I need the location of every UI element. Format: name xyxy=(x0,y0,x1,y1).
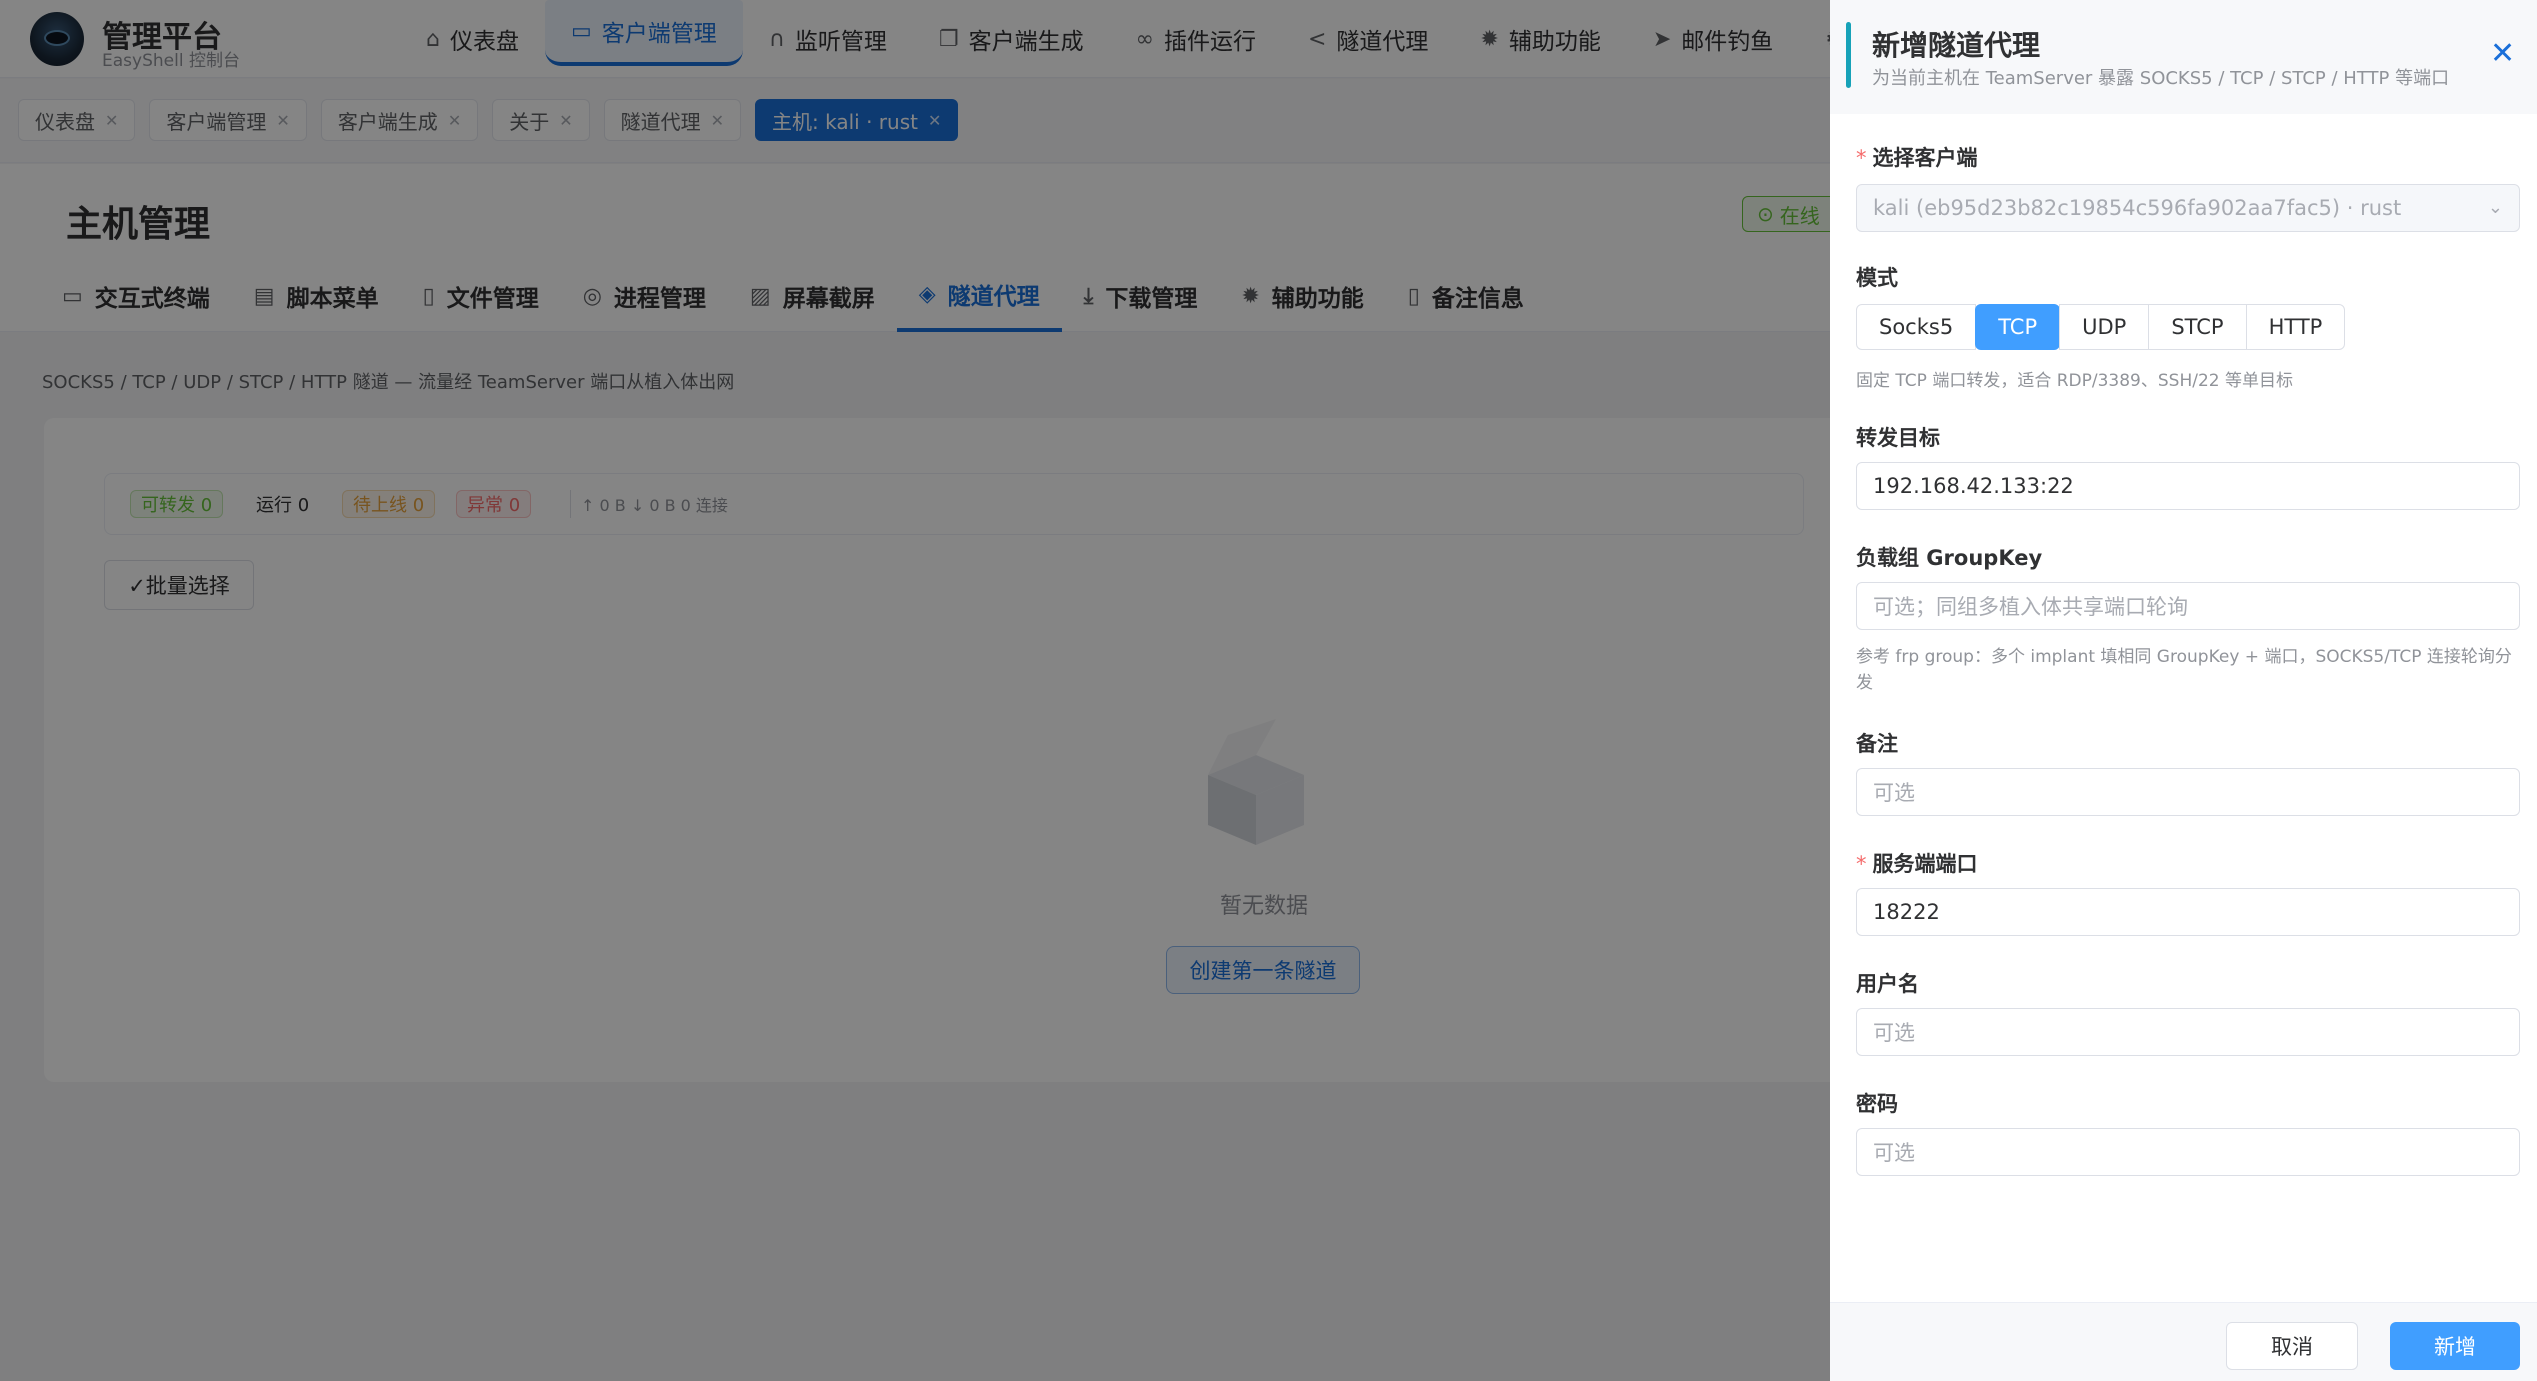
group-label: 负载组 GroupKey xyxy=(1856,546,2043,570)
mode-hint: 固定 TCP 端口转发，适合 RDP/3389、SSH/22 等单目标 xyxy=(1856,371,2293,391)
username-label: 用户名 xyxy=(1856,972,1919,996)
username-input[interactable]: 可选 xyxy=(1856,1008,2520,1056)
label-text: 服务端端口 xyxy=(1872,852,1978,876)
group-input[interactable]: 可选；同组多植入体共享端口轮询 xyxy=(1856,582,2520,630)
port-label: * 服务端端口 xyxy=(1856,848,1978,878)
client-select[interactable]: kali (eb95d23b82c19854c596fa902aa7fac5) … xyxy=(1856,184,2520,232)
drawer-accent-bar xyxy=(1846,22,1851,88)
modal-overlay[interactable] xyxy=(0,0,1830,1381)
group-hint: 参考 frp group：多个 implant 填相同 GroupKey + 端… xyxy=(1856,647,2512,693)
mode-stcp[interactable]: STCP xyxy=(2148,304,2247,350)
port-input[interactable]: 18222 xyxy=(1856,888,2520,936)
password-label: 密码 xyxy=(1856,1092,1898,1116)
target-label: 转发目标 xyxy=(1856,426,1940,450)
label-text: 选择客户端 xyxy=(1872,146,1978,170)
close-icon[interactable]: ✕ xyxy=(2490,36,2515,71)
mode-udp[interactable]: UDP xyxy=(2059,304,2150,350)
remark-input[interactable]: 可选 xyxy=(1856,768,2520,816)
required-mark: * xyxy=(1856,146,1867,170)
submit-button[interactable]: 新增 xyxy=(2390,1322,2520,1370)
mode-segmented: Socks5 TCP UDP STCP HTTP xyxy=(1856,304,2346,350)
mode-socks5[interactable]: Socks5 xyxy=(1856,304,1977,350)
remark-label: 备注 xyxy=(1856,732,1898,756)
chevron-down-icon: ⌄ xyxy=(2487,197,2503,218)
target-input[interactable]: 192.168.42.133:22 xyxy=(1856,462,2520,510)
password-input[interactable]: 可选 xyxy=(1856,1128,2520,1176)
cancel-button[interactable]: 取消 xyxy=(2226,1322,2358,1370)
required-mark: * xyxy=(1856,852,1867,876)
mode-http[interactable]: HTTP xyxy=(2245,304,2346,350)
drawer-title: 新增隧道代理 xyxy=(1872,29,2041,62)
client-select-value: kali (eb95d23b82c19854c596fa902aa7fac5) … xyxy=(1873,196,2402,220)
client-label: * 选择客户端 xyxy=(1856,142,1978,172)
mode-label: 模式 xyxy=(1856,266,1898,290)
mode-tcp[interactable]: TCP xyxy=(1975,304,2061,350)
drawer-subtitle: 为当前主机在 TeamServer 暴露 SOCKS5 / TCP / STCP… xyxy=(1872,68,2450,89)
